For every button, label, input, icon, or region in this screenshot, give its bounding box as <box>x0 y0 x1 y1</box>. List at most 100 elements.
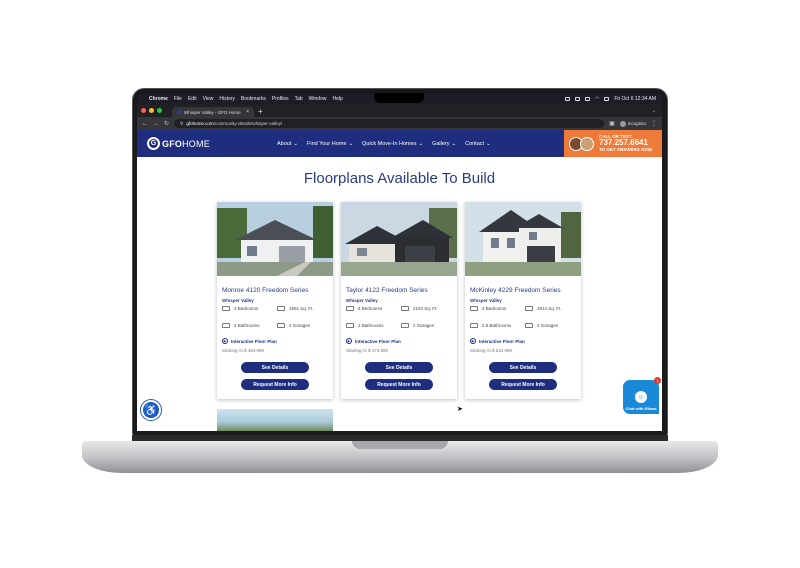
card-community: Whisper Valley <box>346 298 378 303</box>
interactive-floor-plan-link[interactable]: ▶ Interactive Floor Plan <box>346 338 401 344</box>
accessibility-icon[interactable]: ♿ <box>141 400 161 420</box>
profile-button[interactable]: Incognito <box>619 120 646 127</box>
spec-bedrooms: 3 Bedrooms <box>222 306 258 311</box>
chevron-down-icon: ⌄ <box>486 140 491 147</box>
card-title[interactable]: McKinley 4229 Freedom Series <box>470 287 561 294</box>
call-text: CALL OR TEXT 737.257.6641 TO GET ANSWERS… <box>599 134 652 153</box>
incognito-icon <box>619 120 626 127</box>
status-icon[interactable] <box>574 96 580 101</box>
home-photo-monroe <box>217 202 333 276</box>
menubar-clock[interactable]: Fri Oct 6 12:34 AM <box>614 96 656 102</box>
interactive-floor-plan-link[interactable]: ▶ Interactive Floor Plan <box>222 338 277 344</box>
reload-icon[interactable]: ↻ <box>164 120 169 127</box>
nav-quick-move-in[interactable]: Quick Move-In Homes ⌄ <box>362 141 423 147</box>
tab-title: Whisper Valley - GFO Home <box>184 109 241 115</box>
browser-menu-icon[interactable]: ⋮ <box>651 120 657 127</box>
spec-bedrooms: 4 Bedrooms <box>346 306 382 311</box>
laptop-mockup: Chrome File Edit View History Bookmarks … <box>0 0 800 568</box>
car-icon <box>277 323 285 328</box>
spec-value: 2 Garages <box>289 323 311 328</box>
menubar-item-tab[interactable]: Tab <box>295 96 303 102</box>
zoom-window-button[interactable] <box>157 108 162 113</box>
nav-label: Find Your Home <box>306 140 347 147</box>
chat-label: Chat with Eliana <box>625 406 657 411</box>
request-more-info-button[interactable]: Request More Info <box>241 379 309 390</box>
interactive-floor-plan-link[interactable]: ▶ Interactive Floor Plan <box>470 338 525 344</box>
spec-value: 2 Garages <box>413 323 435 328</box>
menubar-item-file[interactable]: File <box>174 96 182 102</box>
bed-icon <box>470 306 478 311</box>
spec-value: 3 Bedrooms <box>234 306 259 311</box>
spec-bathrooms: 2.5 Bathrooms <box>470 323 511 328</box>
ruler-icon <box>401 306 409 311</box>
request-more-info-button[interactable]: Request More Info <box>365 379 433 390</box>
new-tab-button[interactable]: + <box>258 107 263 117</box>
website-viewport: G GFOHOME About ⌄ Find Your Home ⌄ Quick M… <box>137 130 662 431</box>
play-icon: ▶ <box>346 338 352 344</box>
url-host: gfohome.com <box>186 121 214 126</box>
spec-value: 4 Bedrooms <box>482 306 507 311</box>
spec-value: 2.5 Bathrooms <box>482 323 512 328</box>
request-more-info-button[interactable]: Request More Info <box>489 379 557 390</box>
nav-gallery[interactable]: Gallery ⌄ <box>432 141 456 147</box>
home-photo[interactable] <box>341 202 457 276</box>
nav-about[interactable]: About ⌄ <box>277 141 298 147</box>
camera-notch <box>374 93 424 103</box>
card-title[interactable]: Taylor 4122 Freedom Series <box>346 287 428 294</box>
card-community: Whisper Valley <box>470 298 502 303</box>
close-window-button[interactable] <box>141 108 146 113</box>
browser-tab-active[interactable]: Whisper Valley - GFO Home × <box>172 107 254 117</box>
floorplan-card: McKinley 4229 Freedom Series Whisper Val… <box>465 202 581 399</box>
see-details-button[interactable]: See Details <box>489 362 557 373</box>
minimize-window-button[interactable] <box>149 108 154 113</box>
close-tab-icon[interactable]: × <box>246 109 249 115</box>
site-info-icon[interactable]: ⚲ <box>180 121 183 127</box>
call-or-text-banner[interactable]: CALL OR TEXT 737.257.6641 TO GET ANSWERS… <box>564 130 662 157</box>
next-card-photo-peek[interactable] <box>217 409 333 431</box>
spec-garages: 2 Garages <box>401 323 434 328</box>
chevron-down-icon: ⌄ <box>451 140 457 147</box>
window-controls <box>141 104 162 117</box>
floorplan-card: Monroe 4120 Freedom Series Whisper Valle… <box>217 202 333 399</box>
back-arrow-icon[interactable]: ← <box>142 121 148 127</box>
site-logo[interactable]: G GFOHOME <box>147 137 210 150</box>
nav-label: About <box>277 140 292 147</box>
tab-search-chevron-icon[interactable]: ⌄ <box>652 108 656 114</box>
chat-widget-button[interactable]: 1 ☺ Chat with Eliana <box>623 377 661 414</box>
card-title[interactable]: Monroe 4120 Freedom Series <box>222 287 308 294</box>
menubar-item-help[interactable]: Help <box>332 96 342 102</box>
menubar-item-edit[interactable]: Edit <box>188 96 197 102</box>
page-title: Floorplans Available To Build <box>303 170 496 187</box>
menubar-item-profiles[interactable]: Profiles <box>272 96 289 102</box>
spec-value: 2914 Sq. Ft. <box>537 306 562 311</box>
nav-find-your-home[interactable]: Find Your Home ⌄ <box>307 141 353 147</box>
home-photo[interactable] <box>465 202 581 276</box>
logo-rest: HOME <box>182 138 210 149</box>
see-details-button[interactable]: See Details <box>365 362 433 373</box>
menubar-item-view[interactable]: View <box>203 96 214 102</box>
home-photo[interactable] <box>217 202 333 276</box>
spec-value: 2 Bathrooms <box>234 323 260 328</box>
wifi-icon[interactable]: ◠ <box>595 96 599 102</box>
nav-contact[interactable]: Contact ⌄ <box>465 141 491 147</box>
browser-tabbar: Whisper Valley - GFO Home × + ⌄ <box>137 104 662 117</box>
menubar-item-window[interactable]: Window <box>309 96 327 102</box>
incognito-label: Incognito <box>627 121 646 126</box>
menubar-app-name[interactable]: Chrome <box>149 96 168 102</box>
address-bar[interactable]: ⚲ gfohome.com/community-details/whisper-… <box>174 119 605 128</box>
card-price: Starting At $ 534,990 <box>470 348 513 353</box>
menubar-item-bookmarks[interactable]: Bookmarks <box>241 96 266 102</box>
battery-icon[interactable] <box>604 96 610 101</box>
see-details-button[interactable]: See Details <box>241 362 309 373</box>
extensions-icon[interactable]: ▣ <box>609 120 615 127</box>
ruler-icon <box>525 306 533 311</box>
status-icon[interactable] <box>564 96 570 101</box>
avatar <box>580 136 594 151</box>
menubar-item-history[interactable]: History <box>219 96 235 102</box>
spec-sqft: 2914 Sq. Ft. <box>525 306 562 311</box>
site-header: G GFOHOME About ⌄ Find Your Home ⌄ Quick M… <box>137 130 662 157</box>
spec-sqft: 2153 Sq. Ft. <box>401 306 438 311</box>
spec-sqft: 1991 Sq. Ft. <box>277 306 314 311</box>
forward-arrow-icon[interactable]: → <box>153 121 159 127</box>
status-icon[interactable] <box>584 96 590 101</box>
